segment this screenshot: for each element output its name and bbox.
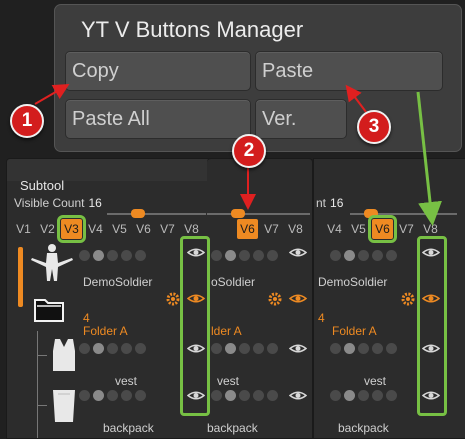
annotation-arrows: [34, 83, 442, 226]
callout-badge-1: 1: [10, 104, 44, 138]
callout-badge-3: 3: [357, 110, 391, 144]
callout-arrow-3: [345, 84, 367, 113]
callout-arrow-1: [34, 83, 70, 105]
green-arrow: [416, 91, 442, 226]
callout-badge-2: 2: [232, 134, 266, 168]
